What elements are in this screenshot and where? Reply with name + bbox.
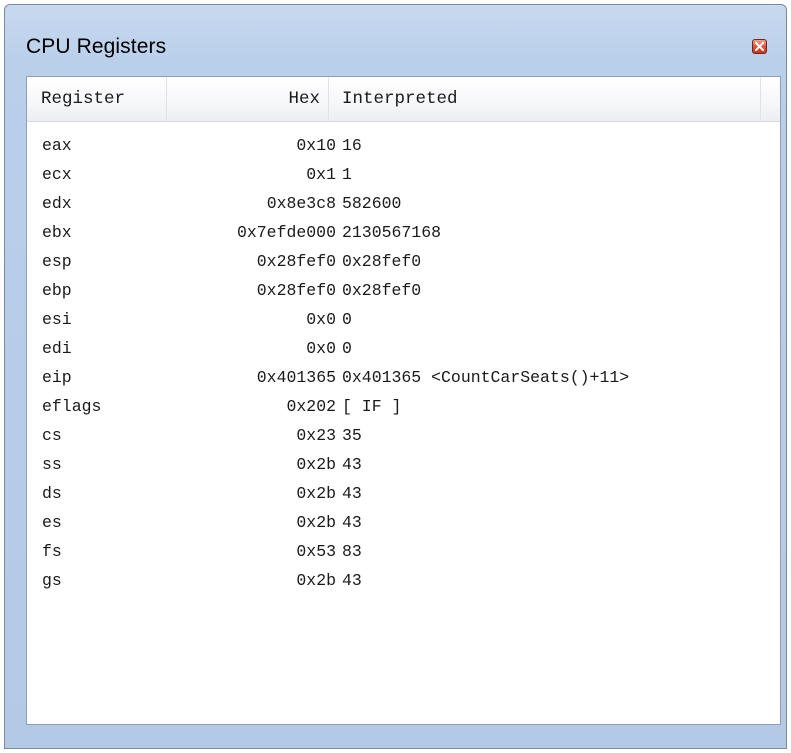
register-interpreted: 35 [342,426,362,445]
column-header-interpreted[interactable]: Interpreted [329,77,761,121]
table-body: eax 0x10 16 ecx 0x1 1 edx 0x8e3c8 582600… [27,134,780,598]
register-interpreted: 16 [342,136,362,155]
table-row[interactable]: edx 0x8e3c8 582600 [27,192,780,221]
register-interpreted: [ IF ] [342,397,402,416]
register-hex: 0x7efde000 [236,223,336,242]
register-hex: 0x8e3c8 [266,194,336,213]
register-interpreted: 43 [342,484,362,503]
register-name: ss [42,455,62,474]
register-name: eip [42,368,72,387]
register-name: esp [42,252,72,271]
table-row[interactable]: ecx 0x1 1 [27,163,780,192]
register-hex: 0x0 [306,339,336,358]
column-header-hex[interactable]: Hex [167,77,329,121]
register-name: ebp [42,281,72,300]
register-interpreted: 0 [342,310,352,329]
register-interpreted: 0 [342,339,352,358]
table-row[interactable]: ebp 0x28fef0 0x28fef0 [27,279,780,308]
table-row[interactable]: eax 0x10 16 [27,134,780,163]
table-row[interactable]: gs 0x2b 43 [27,569,780,598]
register-interpreted: 0x28fef0 [342,252,422,271]
register-hex: 0x23 [296,426,336,445]
close-icon [755,42,764,51]
register-interpreted: 83 [342,542,362,561]
register-hex: 0x2b [296,513,336,532]
table-row[interactable]: ds 0x2b 43 [27,482,780,511]
register-hex: 0x0 [306,310,336,329]
register-name: ebx [42,223,72,242]
close-button[interactable] [752,39,767,54]
register-name: fs [42,542,62,561]
column-header-register[interactable]: Register [27,77,167,121]
table-row[interactable]: ss 0x2b 43 [27,453,780,482]
register-interpreted: 2130567168 [342,223,442,242]
table-row[interactable]: eflags 0x202 [ IF ] [27,395,780,424]
register-hex: 0x10 [296,136,336,155]
register-hex: 0x2b [296,571,336,590]
registers-table: Register Hex Interpreted eax 0x10 16 ecx… [26,76,781,725]
register-name: gs [42,571,62,590]
register-interpreted: 43 [342,513,362,532]
register-name: ds [42,484,62,503]
title-bar[interactable]: CPU Registers [5,5,786,81]
window-title: CPU Registers [26,35,167,58]
register-name: ecx [42,165,72,184]
register-name: cs [42,426,62,445]
table-row[interactable]: esp 0x28fef0 0x28fef0 [27,250,780,279]
table-row[interactable]: eip 0x401365 0x401365 <CountCarSeats()+1… [27,366,780,395]
table-row[interactable]: ebx 0x7efde000 2130567168 [27,221,780,250]
register-name: esi [42,310,72,329]
table-row[interactable]: cs 0x23 35 [27,424,780,453]
register-hex: 0x401365 [256,368,336,387]
register-name: eflags [42,397,102,416]
table-row[interactable]: fs 0x53 83 [27,540,780,569]
register-hex: 0x2b [296,484,336,503]
register-interpreted: 0x401365 <CountCarSeats()+11> [342,368,630,387]
register-name: eax [42,136,72,155]
register-name: edx [42,194,72,213]
register-hex: 0x202 [286,397,336,416]
cpu-registers-window: CPU Registers Register Hex Interpreted e… [4,4,787,749]
register-hex: 0x28fef0 [256,281,336,300]
register-interpreted: 0x28fef0 [342,281,422,300]
table-row[interactable]: edi 0x0 0 [27,337,780,366]
register-interpreted: 43 [342,455,362,474]
register-interpreted: 582600 [342,194,402,213]
table-row[interactable]: es 0x2b 43 [27,511,780,540]
register-hex: 0x1 [306,165,336,184]
table-header: Register Hex Interpreted [27,77,780,122]
register-interpreted: 1 [342,165,352,184]
register-name: edi [42,339,72,358]
register-hex: 0x28fef0 [256,252,336,271]
register-name: es [42,513,62,532]
register-hex: 0x2b [296,455,336,474]
register-interpreted: 43 [342,571,362,590]
table-row[interactable]: esi 0x0 0 [27,308,780,337]
register-hex: 0x53 [296,542,336,561]
